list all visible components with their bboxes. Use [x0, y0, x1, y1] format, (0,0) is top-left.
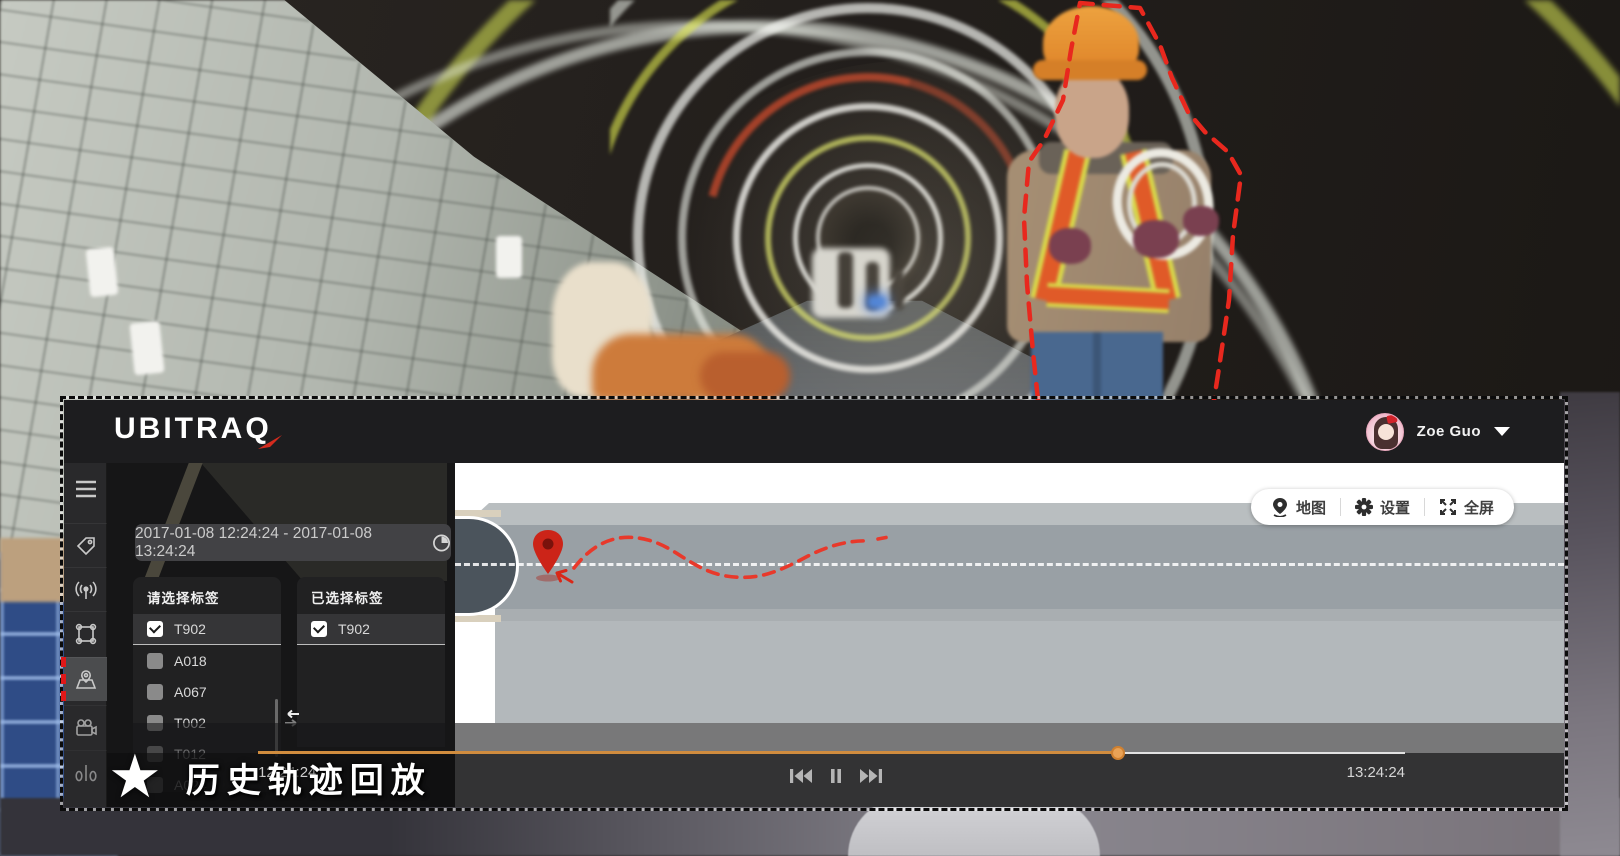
annotation-caption: ★ 历史轨迹回放	[108, 748, 432, 806]
star-icon: ★	[108, 748, 162, 806]
tag-row[interactable]: A018	[133, 645, 281, 676]
user-menu[interactable]: Zoe Guo	[1366, 413, 1510, 451]
tag-checkbox[interactable]	[147, 653, 163, 669]
clock-icon	[432, 533, 451, 553]
tag-icon	[75, 535, 97, 557]
worker-selection-outline	[985, 0, 1255, 400]
available-tags-title: 请选择标签	[133, 587, 281, 607]
skip-forward-button[interactable]	[859, 768, 883, 784]
tag-checkbox[interactable]	[147, 684, 163, 700]
stats-icon	[74, 763, 98, 783]
screenshot-root: UBITRAQ Zoe Guo	[0, 0, 1620, 856]
wall-box	[86, 247, 119, 298]
chevron-down-icon[interactable]	[1494, 427, 1510, 436]
sidebar-item-signal[interactable]	[64, 567, 107, 611]
wall-paper	[496, 236, 522, 278]
road-right-edge	[1560, 392, 1620, 856]
selected-tags-panel: 已选择标签 T902	[297, 577, 445, 747]
avatar[interactable]	[1366, 413, 1404, 451]
logo-text: UBITRAQ	[114, 412, 272, 446]
video-camera-icon	[74, 718, 98, 738]
road-lower-band	[455, 621, 1564, 723]
gear-icon	[1355, 498, 1373, 516]
tag-label: T902	[174, 621, 206, 637]
wall-box	[129, 321, 164, 376]
user-name: Zoe Guo	[1417, 423, 1481, 440]
logo-arrow-icon	[256, 428, 284, 452]
app-header: UBITRAQ Zoe Guo	[64, 400, 1564, 463]
pause-icon	[830, 768, 842, 784]
app-logo: UBITRAQ	[114, 412, 284, 452]
map-button[interactable]: 地图	[1257, 489, 1340, 525]
sidebar-item-menu[interactable]	[64, 467, 107, 511]
tag-label: A018	[174, 653, 207, 669]
map-pin-icon	[1271, 497, 1289, 517]
settings-button[interactable]: 设置	[1341, 489, 1424, 525]
sidebar-item-zones[interactable]	[64, 611, 107, 655]
skip-back-button[interactable]	[789, 768, 813, 784]
tag-row[interactable]: T902	[297, 614, 445, 645]
map-toolbar: 地图 设置 全屏	[1251, 489, 1514, 525]
tag-label: T902	[338, 621, 370, 637]
tag-checkbox[interactable]	[147, 621, 163, 637]
pin-shadow	[536, 575, 560, 582]
hamburger-icon	[75, 480, 97, 498]
skip-back-icon	[789, 768, 813, 784]
sidebar-item-tags[interactable]	[64, 523, 107, 567]
signal-icon	[74, 579, 98, 601]
date-range-text: 2017-01-08 12:24:24 - 2017-01-08 13:24:2…	[135, 525, 422, 561]
tag-row[interactable]: A067	[133, 676, 281, 707]
tag-label: A067	[174, 684, 207, 700]
trajectory-path	[574, 537, 870, 577]
sidebar-item-stats[interactable]	[64, 750, 107, 794]
app-window: UBITRAQ Zoe Guo	[64, 400, 1564, 807]
date-range-picker[interactable]: 2017-01-08 12:24:24 - 2017-01-08 13:24:2…	[135, 524, 451, 561]
active-item-red-marker	[61, 657, 66, 701]
fullscreen-icon	[1439, 498, 1457, 516]
fullscreen-button[interactable]: 全屏	[1425, 489, 1508, 525]
tag-row[interactable]: T902	[133, 614, 281, 645]
trajectory-arrowhead	[557, 571, 572, 583]
selected-tags-list: T902	[297, 614, 445, 645]
location-pin-icon	[533, 530, 563, 574]
track-playback-icon	[74, 668, 98, 692]
sidebar-item-camera[interactable]	[64, 705, 107, 749]
sidebar-item-track-playback[interactable]	[64, 657, 107, 701]
sidebar	[64, 463, 107, 807]
skip-forward-icon	[859, 768, 883, 784]
selected-tags-title: 已选择标签	[297, 587, 445, 607]
pause-button[interactable]	[830, 768, 842, 784]
trajectory-layer	[510, 518, 895, 613]
caption-text: 历史轨迹回放	[186, 753, 432, 802]
zones-icon	[75, 623, 97, 645]
tan-box	[0, 538, 66, 602]
timeline-remainder	[1118, 752, 1405, 754]
tag-checkbox[interactable]	[311, 621, 327, 637]
